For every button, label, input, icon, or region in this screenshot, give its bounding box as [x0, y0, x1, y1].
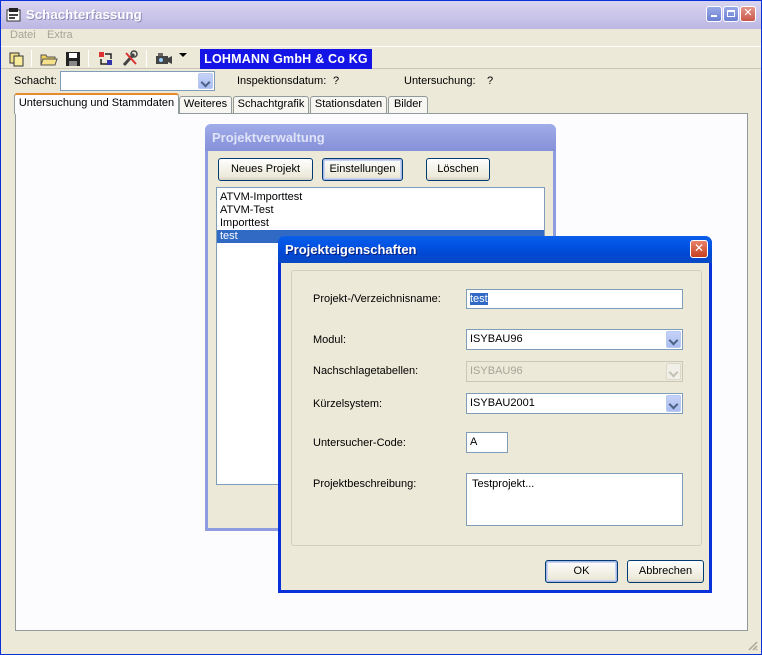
projekteigenschaften-title: Projekteigenschaften	[285, 242, 417, 257]
tab-label: Weiteres	[183, 98, 228, 110]
kuerzelsystem-value: ISYBAU2001	[470, 397, 535, 409]
toolbar-separator	[88, 50, 89, 67]
name-input[interactable]: test	[466, 289, 683, 309]
list-item[interactable]: ATVM-Importtest	[217, 191, 544, 204]
settings-button[interactable]: Einstellungen	[322, 158, 403, 181]
untersuchung-value: ?	[487, 75, 494, 87]
list-item[interactable]: ATVM-Test	[217, 204, 544, 217]
open-folder-icon[interactable]	[40, 50, 58, 68]
untersucher-code-label: Untersucher-Code:	[313, 437, 406, 449]
copy-icon[interactable]	[8, 50, 26, 68]
chevron-down-icon[interactable]	[198, 73, 213, 89]
schacht-label: Schacht:	[14, 75, 57, 87]
menu-bar: Datei Extra	[1, 29, 761, 45]
tab-stationsdaten[interactable]: Stationsdaten	[310, 96, 387, 113]
close-icon: ✕	[693, 241, 705, 255]
delete-button[interactable]: Löschen	[426, 158, 490, 181]
app-icon	[6, 8, 21, 22]
tab-label: Bilder	[393, 98, 423, 110]
company-banner: LOHMANN GmbH & Co KG	[200, 49, 372, 69]
tab-untersuchung-stammdaten[interactable]: Untersuchung und Stammdaten	[14, 93, 179, 114]
untersucher-code-value: A	[470, 436, 478, 448]
name-value: test	[470, 293, 488, 305]
save-icon[interactable]	[64, 50, 82, 68]
tab-schachtgrafik[interactable]: Schachtgrafik	[233, 96, 309, 113]
chevron-down-icon	[666, 363, 681, 380]
menu-datei[interactable]: Datei	[10, 29, 36, 41]
toolbar: LOHMANN GmbH & Co KG	[1, 46, 761, 69]
projektverwaltung-title-bar[interactable]: Projektverwaltung	[205, 124, 556, 151]
nachschlagetabellen-select: ISYBAU96	[466, 361, 683, 382]
maximize-icon	[727, 10, 735, 17]
modul-select[interactable]: ISYBAU96	[466, 329, 683, 350]
inspektionsdatum-value: ?	[333, 75, 340, 87]
tab-label: Untersuchung und Stammdaten	[18, 97, 175, 109]
kuerzelsystem-select[interactable]: ISYBAU2001	[466, 393, 683, 414]
kuerzelsystem-label: Kürzelsystem:	[313, 398, 383, 410]
toolbar-separator	[31, 50, 32, 67]
projektverwaltung-title: Projektverwaltung	[212, 130, 325, 145]
window-title: Schachterfassung	[26, 7, 142, 22]
maximize-button[interactable]	[723, 6, 739, 22]
cancel-button[interactable]: Abbrechen	[627, 560, 704, 583]
schacht-combo[interactable]	[60, 71, 215, 91]
title-bar[interactable]: Schachterfassung ✕	[1, 1, 761, 29]
tools-icon[interactable]	[121, 50, 139, 68]
projektbeschreibung-value: Testprojekt...	[472, 478, 535, 490]
minimize-button[interactable]	[706, 6, 722, 22]
minimize-icon	[711, 15, 717, 17]
camera-icon[interactable]	[155, 50, 173, 68]
nachschlagetabellen-label: Nachschlagetabellen:	[313, 365, 419, 377]
dialog-close-button[interactable]: ✕	[690, 240, 708, 258]
dropdown-arrow-icon[interactable]	[179, 53, 187, 57]
tab-weiteres[interactable]: Weiteres	[179, 96, 232, 113]
new-project-button[interactable]: Neues Projekt	[218, 158, 313, 181]
name-label: Projekt-/Verzeichnisname:	[313, 293, 441, 305]
tab-bilder[interactable]: Bilder	[388, 96, 428, 113]
transfer-icon[interactable]	[97, 50, 115, 68]
untersucher-code-input[interactable]: A	[466, 432, 508, 453]
tab-label: Stationsdaten	[314, 98, 383, 110]
modul-value: ISYBAU96	[470, 333, 523, 345]
nachschlagetabellen-value: ISYBAU96	[470, 365, 523, 377]
close-button[interactable]: ✕	[740, 6, 756, 22]
close-icon: ✕	[743, 7, 753, 19]
toolbar-separator	[146, 50, 147, 67]
inspektionsdatum-label: Inspektionsdatum:	[237, 75, 327, 87]
projekteigenschaften-title-bar[interactable]: Projekteigenschaften ✕	[278, 236, 712, 263]
tab-label: Schachtgrafik	[237, 98, 305, 110]
projekteigenschaften-dialog: Projekteigenschaften ✕ Projekt-/Verzeich…	[278, 236, 712, 593]
chevron-down-icon[interactable]	[666, 331, 681, 348]
resize-grip-icon[interactable]	[746, 639, 758, 651]
chevron-down-icon[interactable]	[666, 395, 681, 412]
untersuchung-label: Untersuchung:	[404, 75, 476, 87]
modul-label: Modul:	[313, 334, 347, 346]
menu-extra[interactable]: Extra	[47, 29, 73, 41]
ok-button[interactable]: OK	[545, 560, 618, 583]
projektbeschreibung-label: Projektbeschreibung:	[313, 478, 417, 490]
list-item[interactable]: Importtest	[217, 217, 544, 230]
projektbeschreibung-textarea[interactable]: Testprojekt...	[466, 473, 683, 526]
